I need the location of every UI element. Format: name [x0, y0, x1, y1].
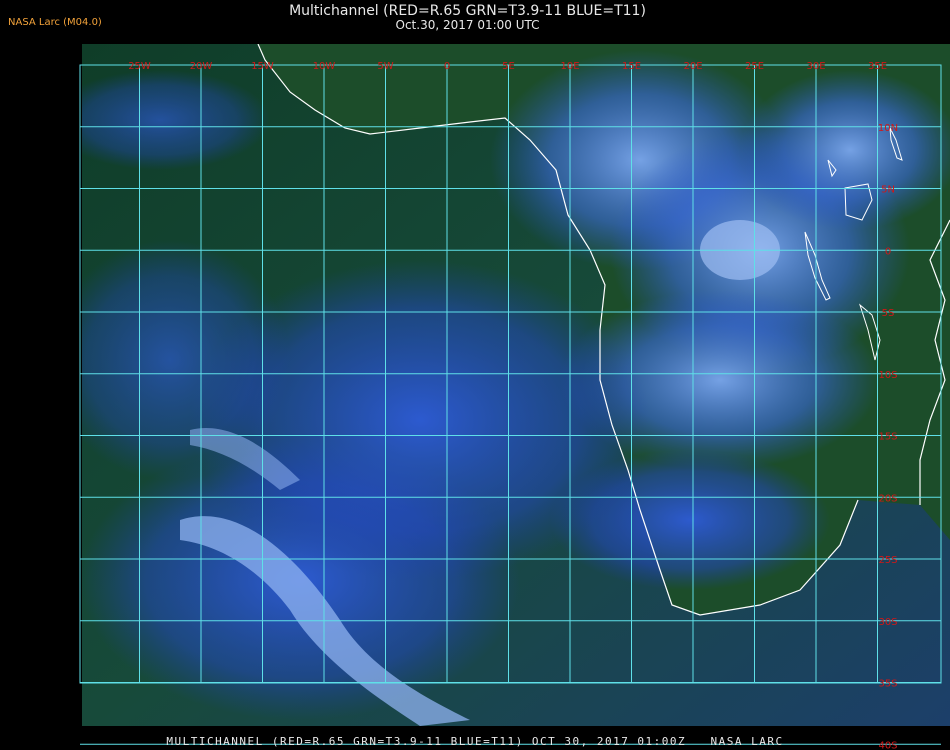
lon-label: 15W [251, 61, 274, 72]
image-caption: MULTICHANNEL (RED=R.65 GRN=T3.9-11 BLUE=… [166, 735, 784, 748]
cloud-mass [82, 70, 270, 170]
lat-label: 30S [878, 617, 897, 628]
satellite-map: 25W 20W 15W 10W 5W 0 5E 10E 15E 20E 25E 30E 35E 10N 5N… [79, 44, 950, 750]
lat-label: 35S [878, 679, 897, 690]
lat-label: 5S [882, 308, 895, 319]
lat-label: 15S [878, 432, 897, 443]
lat-label: 20S [878, 493, 897, 504]
lon-label: 25W [128, 61, 151, 72]
lon-label: 20W [190, 61, 213, 72]
lat-label: 25S [878, 555, 897, 566]
lat-label: 5N [881, 185, 895, 196]
lon-label: 35E [868, 61, 887, 72]
lon-label: 15E [622, 61, 641, 72]
lon-label: 20E [683, 61, 702, 72]
lat-label: 0 [885, 246, 891, 257]
lon-label: 5E [502, 61, 515, 72]
lat-label: 10S [878, 370, 897, 381]
lon-label: 25E [745, 61, 764, 72]
cloud-mass [740, 70, 950, 230]
lon-label: 5W [377, 61, 393, 72]
lon-label: 30E [806, 61, 825, 72]
lat-label: 10N [878, 123, 898, 134]
lon-label: 0 [444, 61, 450, 72]
lon-label: 10W [313, 61, 336, 72]
lon-label: 10E [560, 61, 579, 72]
